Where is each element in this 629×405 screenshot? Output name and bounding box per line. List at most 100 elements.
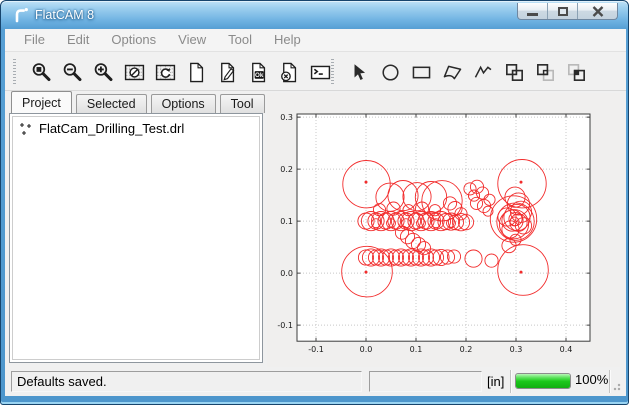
menu-tool[interactable]: Tool (217, 29, 263, 51)
project-tree: FlatCam_Drilling_Test.drl (12, 116, 260, 360)
menu-options[interactable]: Options (100, 29, 167, 51)
progress-fill (516, 374, 570, 388)
plot-axes-bg (297, 114, 590, 341)
circle-tool-button[interactable] (378, 58, 402, 86)
tab-strip: ProjectSelectedOptionsTool (9, 91, 269, 113)
clear-plot-button[interactable] (122, 58, 146, 86)
tick-label-x: 0.3 (510, 345, 523, 354)
clear-plot-icon (123, 61, 146, 84)
intersect-tool-button[interactable] (564, 58, 588, 86)
statusbar-separator (510, 370, 511, 393)
select-tool-button[interactable] (347, 58, 371, 86)
tick-label-x: 0.4 (560, 345, 573, 354)
zoom-out-button[interactable] (60, 58, 84, 86)
open-project-button[interactable] (215, 58, 239, 86)
flatcam-logo-icon (12, 6, 30, 24)
maximize-icon (558, 7, 568, 16)
union-tool-button[interactable] (502, 58, 526, 86)
toolbar: Ok (5, 52, 626, 91)
polygon-tool-button[interactable] (440, 58, 464, 86)
tick-label-y: 0.3 (280, 113, 293, 122)
tree-item-label: FlatCam_Drilling_Test.drl (39, 121, 184, 136)
zoom-in-button[interactable] (91, 58, 115, 86)
menu-view[interactable]: View (167, 29, 217, 51)
minimize-button[interactable] (518, 3, 548, 19)
status-message: Defaults saved. (17, 374, 107, 389)
plot-figure: -0.1 0.0 0.1 0.2 0.3 0.4 -0.1 0.0 0.1 0.2 0.3 (267, 93, 620, 367)
status-message-panel: Defaults saved. (11, 371, 362, 392)
menubar: FileEditOptionsViewToolHelp (5, 29, 626, 52)
tab-options[interactable]: Options (151, 94, 216, 113)
replot-button[interactable] (153, 58, 177, 86)
menu-edit[interactable]: Edit (56, 29, 100, 51)
tab-tool[interactable]: Tool (220, 94, 265, 113)
tick-label-x: -0.1 (308, 345, 324, 354)
toolbar-main-group: Ok (13, 57, 332, 87)
minimize-icon (527, 13, 538, 16)
new-project-button[interactable] (184, 58, 208, 86)
subtract-tool-icon (534, 61, 557, 84)
client-area: FileEditOptionsViewToolHelp Ok ProjectSe… (5, 29, 626, 396)
save-project-button[interactable]: Ok (246, 58, 270, 86)
tick-label-x: 0.1 (410, 345, 423, 354)
window-title: FlatCAM 8 (35, 8, 94, 22)
select-tool-icon (348, 61, 371, 84)
titlebar[interactable]: FlatCAM 8 (1, 1, 628, 29)
drill-object-icon (19, 122, 33, 136)
delete-object-button[interactable] (277, 58, 301, 86)
units-label: [in] (487, 371, 504, 392)
rectangle-tool-button[interactable] (409, 58, 433, 86)
zoom-fit-button[interactable] (29, 58, 53, 86)
menu-help[interactable]: Help (263, 29, 312, 51)
open-project-icon (216, 61, 239, 84)
intersect-tool-icon (565, 61, 588, 84)
shell-icon (309, 61, 332, 84)
progress-bar (515, 373, 571, 389)
drill-center-dot (365, 271, 368, 274)
toolbar-editor-group (331, 57, 588, 87)
path-tool-button[interactable] (471, 58, 495, 86)
plot-canvas[interactable]: -0.1 0.0 0.1 0.2 0.3 0.4 -0.1 0.0 0.1 0.2 0.3 (267, 93, 620, 367)
drill-center-dot (365, 181, 368, 184)
polygon-tool-icon (441, 61, 464, 84)
delete-object-icon (278, 61, 301, 84)
tree-item[interactable]: FlatCam_Drilling_Test.drl (13, 117, 259, 138)
maximize-button[interactable] (548, 3, 578, 19)
toolbar-grip[interactable] (331, 59, 334, 85)
save-project-icon: Ok (247, 61, 270, 84)
tab-project[interactable]: Project (11, 91, 72, 113)
union-tool-icon (503, 61, 526, 84)
path-tool-icon (472, 61, 495, 84)
tick-label-y: 0.1 (280, 217, 293, 226)
rectangle-tool-icon (410, 61, 433, 84)
zoom-in-icon (92, 61, 115, 84)
tick-label-y: 0.0 (280, 269, 293, 278)
tick-label-x: 0.0 (360, 345, 373, 354)
shell-button[interactable] (308, 58, 332, 86)
project-tree-panel: FlatCam_Drilling_Test.drl (9, 113, 263, 363)
status-secondary-panel (369, 371, 482, 392)
tick-label-y: -0.1 (277, 321, 293, 330)
statusbar-separator (609, 370, 610, 393)
progress-percent: 100% (575, 372, 608, 387)
close-button[interactable] (578, 3, 617, 19)
svg-text:Ok: Ok (255, 72, 264, 79)
tab-selected[interactable]: Selected (76, 94, 147, 113)
tick-label-y: 0.2 (280, 165, 293, 174)
menu-file[interactable]: File (13, 29, 56, 51)
drill-center-dot (520, 271, 523, 274)
new-project-icon (185, 61, 208, 84)
statusbar: Defaults saved. [in] 100% (5, 367, 626, 396)
resize-grip[interactable] (611, 381, 621, 391)
close-icon (592, 6, 604, 17)
tick-label-x: 0.2 (460, 345, 473, 354)
zoom-out-icon (61, 61, 84, 84)
toolbar-grip[interactable] (13, 59, 16, 85)
replot-icon (154, 61, 177, 84)
circle-tool-icon (379, 61, 402, 84)
caption-buttons (517, 3, 618, 20)
flatcam-window: FlatCAM 8 FileEditOptionsViewToolHelp (0, 0, 629, 405)
drill-center-dot (520, 181, 523, 184)
zoom-fit-icon (30, 61, 53, 84)
subtract-tool-button[interactable] (533, 58, 557, 86)
